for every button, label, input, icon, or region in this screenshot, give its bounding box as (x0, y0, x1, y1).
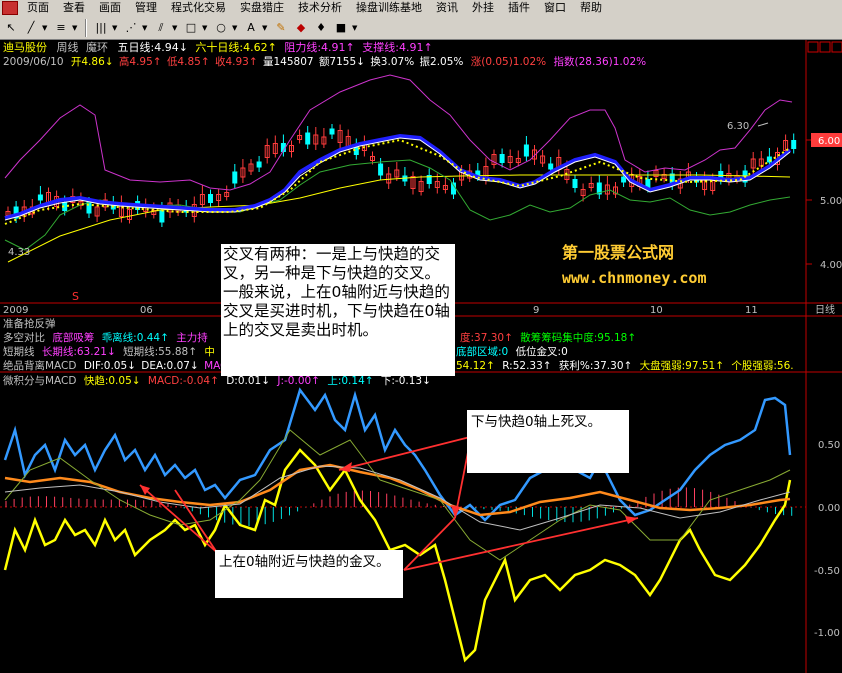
candle-body (37, 194, 43, 201)
menu-screen[interactable]: 画面 (92, 0, 128, 16)
amplitude-value: 振2.05% (420, 55, 464, 68)
date-value: 2009/06/10 (3, 56, 64, 68)
osc-label-neg050: -0.50 (814, 566, 840, 577)
chevron-down-icon[interactable]: ▼ (232, 24, 240, 32)
menu-live-hunt[interactable]: 实盘猎庄 (233, 0, 291, 16)
ma60-value: 六十日线:4.62↑ (195, 40, 276, 54)
period-switch[interactable]: 日线 (815, 303, 835, 316)
candle-body (548, 163, 554, 170)
grid-icon[interactable]: ||| (92, 19, 110, 37)
turnover-value: 换3.07% (370, 55, 414, 68)
candle-body (256, 161, 262, 168)
sub-row-3: 短期线 长期线:63.21↓ 短期线:55.88↑ 中 (3, 345, 215, 358)
eraser-icon[interactable]: ◆ (292, 19, 310, 37)
candle-body (305, 132, 311, 145)
change-value: 涨(0.05)1.02% (471, 56, 546, 68)
line-icon[interactable]: ╱ (22, 19, 40, 37)
current-price-label: 6.00 (818, 136, 840, 147)
ellipse-icon[interactable]: ○ (212, 19, 230, 37)
date-label-2009: 2009 (3, 305, 28, 316)
mark-icon[interactable]: ♦ (312, 19, 330, 37)
date-label-11: 11 (745, 305, 758, 316)
index-value: 指数(28.36)1.02% (554, 55, 647, 68)
signal-marker-s: S (72, 290, 79, 303)
highlight-icon[interactable]: ✎ (272, 19, 290, 37)
amount-value: 额7155↓ (319, 55, 365, 68)
app-icon[interactable] (2, 1, 18, 15)
open-value: 开4.86↓ (71, 56, 114, 68)
sub-row-1: 准备抢反弹 (3, 317, 56, 330)
menu-bar: 页面 查看 画面 管理 程式化交易 实盘猎庄 技术分析 操盘训练基地 资讯 外挂… (0, 0, 842, 16)
menu-page[interactable]: 页面 (20, 0, 56, 16)
letter-icon[interactable]: A (242, 19, 260, 37)
stock-name: 迪马股份 (3, 41, 47, 54)
candle-body (621, 176, 627, 183)
candle-body (159, 210, 165, 223)
menu-tech-analysis[interactable]: 技术分析 (291, 0, 349, 16)
menu-window[interactable]: 窗口 (537, 0, 573, 16)
candle-body (523, 144, 529, 157)
menu-training[interactable]: 操盘训练基地 (349, 0, 429, 16)
candle-body (208, 194, 213, 203)
date-label-06: 06 (140, 305, 153, 316)
candle-body (499, 154, 505, 163)
candle-body (329, 128, 335, 135)
chevron-down-icon[interactable]: ▼ (172, 24, 180, 32)
price-header-row: 迪马股份 周线 魔环 五日线:4.94↓ 六十日线:4.62↑ 阻力线:4.91… (3, 40, 433, 54)
menu-help[interactable]: 帮助 (573, 0, 609, 16)
ma5-value: 五日线:4.94↓ (118, 40, 188, 54)
candle-body (232, 171, 238, 184)
save-icon[interactable]: ■ (332, 19, 350, 37)
price-label-5: 5.00 (820, 196, 842, 207)
osc-label-000: 0.00 (818, 503, 840, 514)
close-value: 收4.93↑ (215, 55, 258, 68)
parallel-icon[interactable]: ⫽ (152, 19, 170, 37)
chevron-down-icon[interactable]: ▼ (262, 24, 270, 32)
sub-row-4: 绝品背离MACD DIF:0.05↓ DEA:0.07↓ MACD (3, 359, 236, 372)
sub-row-4b: 54.12↑ R:52.33↑ 获利%:37.30↑ 大盘强弱:97.51↑ 个… (456, 359, 794, 372)
volume-value: 量145807 (263, 56, 314, 68)
low-price-tag: 4.33 (8, 247, 30, 258)
price-label-4: 4.00 (820, 260, 842, 271)
candle-body (378, 163, 384, 176)
toolbar-divider (85, 18, 87, 37)
watermark-title: 第一股票公式网 (562, 243, 674, 262)
annotation-box-goldcross: 上在0轴附近与快趋的金叉。 (215, 550, 403, 598)
high-price-tag: 6.30 (727, 121, 749, 132)
chevron-down-icon[interactable]: ▼ (352, 24, 360, 32)
date-label-10: 10 (650, 305, 663, 316)
watermark-url: www.chnmoney.com (562, 269, 707, 287)
chevron-down-icon[interactable]: ▼ (72, 24, 80, 32)
annotation-box-main: 交叉有两种：一是上与快趋的交叉，另一种是下与快趋的交叉。一般来说，上在0轴附近与… (221, 244, 455, 376)
sub-row-2: 多空对比 底部吸筹 乖离线:0.44↑ 主力持 (3, 331, 208, 344)
chevron-down-icon[interactable]: ▼ (142, 24, 150, 32)
low-value: 低4.85↑ (167, 55, 210, 68)
indicator-name: 魔环 (86, 40, 108, 54)
menu-view[interactable]: 查看 (56, 0, 92, 16)
osc-label-neg100: -1.00 (814, 628, 840, 639)
period-label: 周线 (57, 40, 79, 54)
date-label-09: 9 (533, 305, 539, 316)
menu-plugin-ext[interactable]: 外挂 (465, 0, 501, 16)
annotation-box-deadcross: 下与快趋0轴上死叉。 (467, 410, 629, 473)
menu-program-trading[interactable]: 程式化交易 (164, 0, 233, 16)
fan-icon[interactable]: ⋰ (122, 19, 140, 37)
osc-label-050: 0.50 (818, 440, 840, 451)
candle-body (791, 140, 797, 149)
drawing-toolbar: ↖ ╱ ▼ ≡ ▼ ||| ▼ ⋰ ▼ ⫽ ▼ □ ▼ ○ ▼ A ▼ ✎ ◆ … (0, 16, 842, 40)
high-value: 高4.95↑ (119, 55, 162, 68)
cursor-icon[interactable]: ↖ (2, 19, 20, 37)
chevron-down-icon[interactable]: ▼ (42, 24, 50, 32)
chevron-down-icon[interactable]: ▼ (112, 24, 120, 32)
candle-body (572, 179, 578, 188)
sub-row-2b: 度:37.30↑ 散筹筹码集中度:95.18↑ (460, 331, 636, 344)
menu-plugins[interactable]: 插件 (501, 0, 537, 16)
menu-manage[interactable]: 管理 (128, 0, 164, 16)
chevron-down-icon[interactable]: ▼ (202, 24, 210, 32)
support-value: 支撑线:4.91↑ (362, 40, 432, 54)
text-icon[interactable]: ≡ (52, 19, 70, 37)
rect-icon[interactable]: □ (182, 19, 200, 37)
menu-info[interactable]: 资讯 (429, 0, 465, 16)
resistance-value: 阻力线:4.91↑ (284, 40, 354, 54)
